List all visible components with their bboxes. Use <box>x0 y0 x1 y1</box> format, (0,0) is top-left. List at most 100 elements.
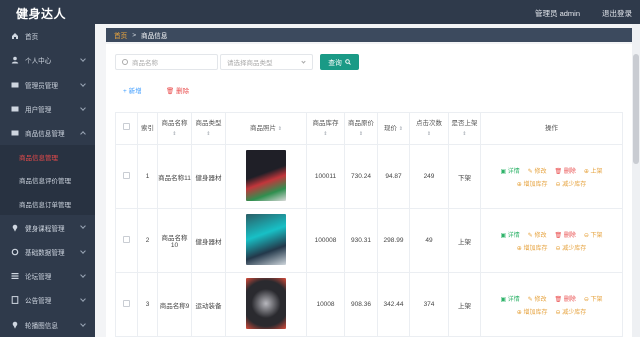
shelf-label: 上架 <box>590 168 603 175</box>
shelf-toggle-button[interactable]: ⊕ 上架 <box>584 166 603 175</box>
sidebar-item-basic-data[interactable]: 基础数据管理 <box>0 240 95 264</box>
header-price[interactable]: 现价 ⇕ <box>377 112 410 145</box>
header-label: 点击次数 <box>416 119 442 127</box>
product-thumbnail[interactable] <box>246 278 286 329</box>
header-type[interactable]: 商品类型 ⇕ <box>191 112 226 145</box>
edit-button[interactable]: ✎ 修改 <box>528 230 547 239</box>
header-name[interactable]: 商品名称 ⇕ <box>157 112 192 145</box>
sidebar-item-label: 轮播图信息 <box>25 322 58 330</box>
breadcrumb: 首页 > 商品信息 <box>106 28 637 42</box>
header-photo[interactable]: 商品照片 ⇕ <box>225 112 307 145</box>
shelf-label: 下架 <box>590 232 603 239</box>
sidebar-item-home[interactable]: 首页 <box>0 24 95 48</box>
select-placeholder: 请选择商品类型 <box>227 60 273 67</box>
delete-button[interactable]: 🗑 删除 <box>555 166 576 175</box>
cell-name: 商品名称11 <box>157 144 192 209</box>
select-all-checkbox[interactable] <box>123 123 130 130</box>
sidebar-item-personal-center[interactable]: 个人中心 <box>0 48 95 72</box>
header-actions: 操作 <box>480 112 623 145</box>
chevron-down-icon <box>80 223 86 230</box>
shelf-label: 下架 <box>590 296 603 303</box>
increase-stock-button[interactable]: ⊕ 增加库存 <box>517 243 548 252</box>
decrease-stock-button[interactable]: ⊖ 减少库存 <box>556 307 587 316</box>
increase-stock-button[interactable]: ⊕ 增加库存 <box>517 307 548 316</box>
detail-button[interactable]: ▣ 详情 <box>500 230 519 239</box>
sort-icon[interactable]: ⇕ <box>462 129 466 139</box>
batch-delete-button[interactable]: 🗑 删除 <box>166 85 189 95</box>
sidebar-item-fitness-courses[interactable]: 健身课程管理 <box>0 215 95 239</box>
card-icon <box>11 81 19 89</box>
header-checkbox-cell[interactable] <box>115 112 138 145</box>
page-scrollbar[interactable] <box>632 24 640 337</box>
shelf-toggle-button[interactable]: ⊖ 下架 <box>584 230 603 239</box>
product-thumbnail[interactable] <box>246 214 286 265</box>
cell-index: 3 <box>137 272 158 337</box>
detail-button[interactable]: ▣ 详情 <box>500 166 519 175</box>
cell-stock: 100011 <box>306 144 345 209</box>
header-original-price[interactable]: 商品原价 ⇕ <box>344 112 378 145</box>
delete-label: 删除 <box>563 168 576 175</box>
sort-icon[interactable]: ⇕ <box>323 129 327 139</box>
sort-icon[interactable]: ⇕ <box>278 124 282 134</box>
breadcrumb-home[interactable]: 首页 <box>114 30 127 40</box>
row-checkbox[interactable] <box>123 172 130 179</box>
scrollbar-thumb[interactable] <box>633 54 639 164</box>
query-button[interactable]: 查询 <box>320 54 359 70</box>
card-icon <box>11 129 19 137</box>
decrease-stock-label: 减少库存 <box>562 245 587 252</box>
delete-button[interactable]: 🗑 删除 <box>555 294 576 303</box>
product-type-select[interactable]: 请选择商品类型 <box>220 54 313 70</box>
product-name-search-input[interactable]: 商品名称 <box>115 54 218 70</box>
decrease-stock-button[interactable]: ⊖ 减少库存 <box>556 243 587 252</box>
sidebar-subitem-product-orders[interactable]: 商品信息订单管理 <box>0 192 95 216</box>
sort-icon[interactable]: ⇕ <box>359 129 363 139</box>
header-stock[interactable]: 商品库存 ⇕ <box>306 112 345 145</box>
edit-button[interactable]: ✎ 修改 <box>528 166 547 175</box>
edit-button[interactable]: ✎ 修改 <box>528 294 547 303</box>
sort-icon[interactable]: ⇕ <box>399 124 403 134</box>
sidebar-item-announcements[interactable]: 公告管理 <box>0 288 95 312</box>
increase-stock-button[interactable]: ⊕ 增加库存 <box>517 179 548 188</box>
sidebar-subitem-product-review[interactable]: 商品信息评价管理 <box>0 168 95 193</box>
increase-stock-label: 增加库存 <box>523 245 548 252</box>
row-checkbox-cell[interactable] <box>115 144 138 209</box>
sort-icon[interactable]: ⇕ <box>206 129 210 139</box>
row-checkbox[interactable] <box>123 300 130 307</box>
chevron-down-icon <box>80 272 86 278</box>
breadcrumb-separator: > <box>132 31 137 39</box>
cell-price: 342.44 <box>377 272 410 337</box>
sidebar-item-carousel[interactable]: 轮播图信息 <box>0 313 95 337</box>
detail-button[interactable]: ▣ 详情 <box>500 294 519 303</box>
sidebar-item-admin-management[interactable]: 管理员管理 <box>0 73 95 97</box>
row-checkbox-cell[interactable] <box>115 272 138 337</box>
cell-actions: ▣ 详情 ✎ 修改 🗑 删除 ⊖ 下架 ⊕ 增加库存 ⊖ 减少库存 <box>480 272 623 337</box>
increase-stock-label: 增加库存 <box>523 309 548 316</box>
product-thumbnail[interactable] <box>246 150 286 201</box>
cell-photo <box>225 208 307 273</box>
home-icon <box>11 32 19 40</box>
chevron-down-icon <box>80 80 86 87</box>
cell-photo <box>225 272 307 337</box>
sidebar-item-product-management[interactable]: 商品信息管理 <box>0 121 95 145</box>
header-clicks[interactable]: 点击次数 ⇕ <box>409 112 449 145</box>
cell-index: 1 <box>137 144 158 209</box>
sidebar-item-forum[interactable]: 论坛管理 <box>0 264 95 288</box>
sort-icon[interactable]: ⇕ <box>172 129 176 139</box>
refresh-icon <box>11 248 19 256</box>
product-table: 索引 商品名称 ⇕ 商品类型 ⇕ 商品照片 ⇕ 商品库存 ⇕ 商品原价 ⇕ 现价 ⇕ 点… <box>115 112 623 337</box>
add-button[interactable]: + 新增 <box>123 85 142 95</box>
row-checkbox[interactable] <box>123 236 130 243</box>
sidebar-item-label: 论坛管理 <box>25 274 52 282</box>
delete-button[interactable]: 🗑 删除 <box>555 230 576 239</box>
decrease-stock-button[interactable]: ⊖ 减少库存 <box>556 179 587 188</box>
shelf-toggle-button[interactable]: ⊖ 下架 <box>584 294 603 303</box>
logout-link[interactable]: 退出登录 <box>602 8 632 19</box>
pin-icon <box>11 321 19 329</box>
sidebar-subitem-product-info[interactable]: 商品信息管理 <box>0 145 95 169</box>
sort-icon[interactable]: ⇕ <box>427 129 431 139</box>
edit-label: 修改 <box>534 168 547 175</box>
row-checkbox-cell[interactable] <box>115 208 138 273</box>
sidebar-item-user-management[interactable]: 用户管理 <box>0 97 95 121</box>
header-status[interactable]: 是否上架 ⇕ <box>448 112 481 145</box>
cell-clicks: 49 <box>409 208 449 273</box>
